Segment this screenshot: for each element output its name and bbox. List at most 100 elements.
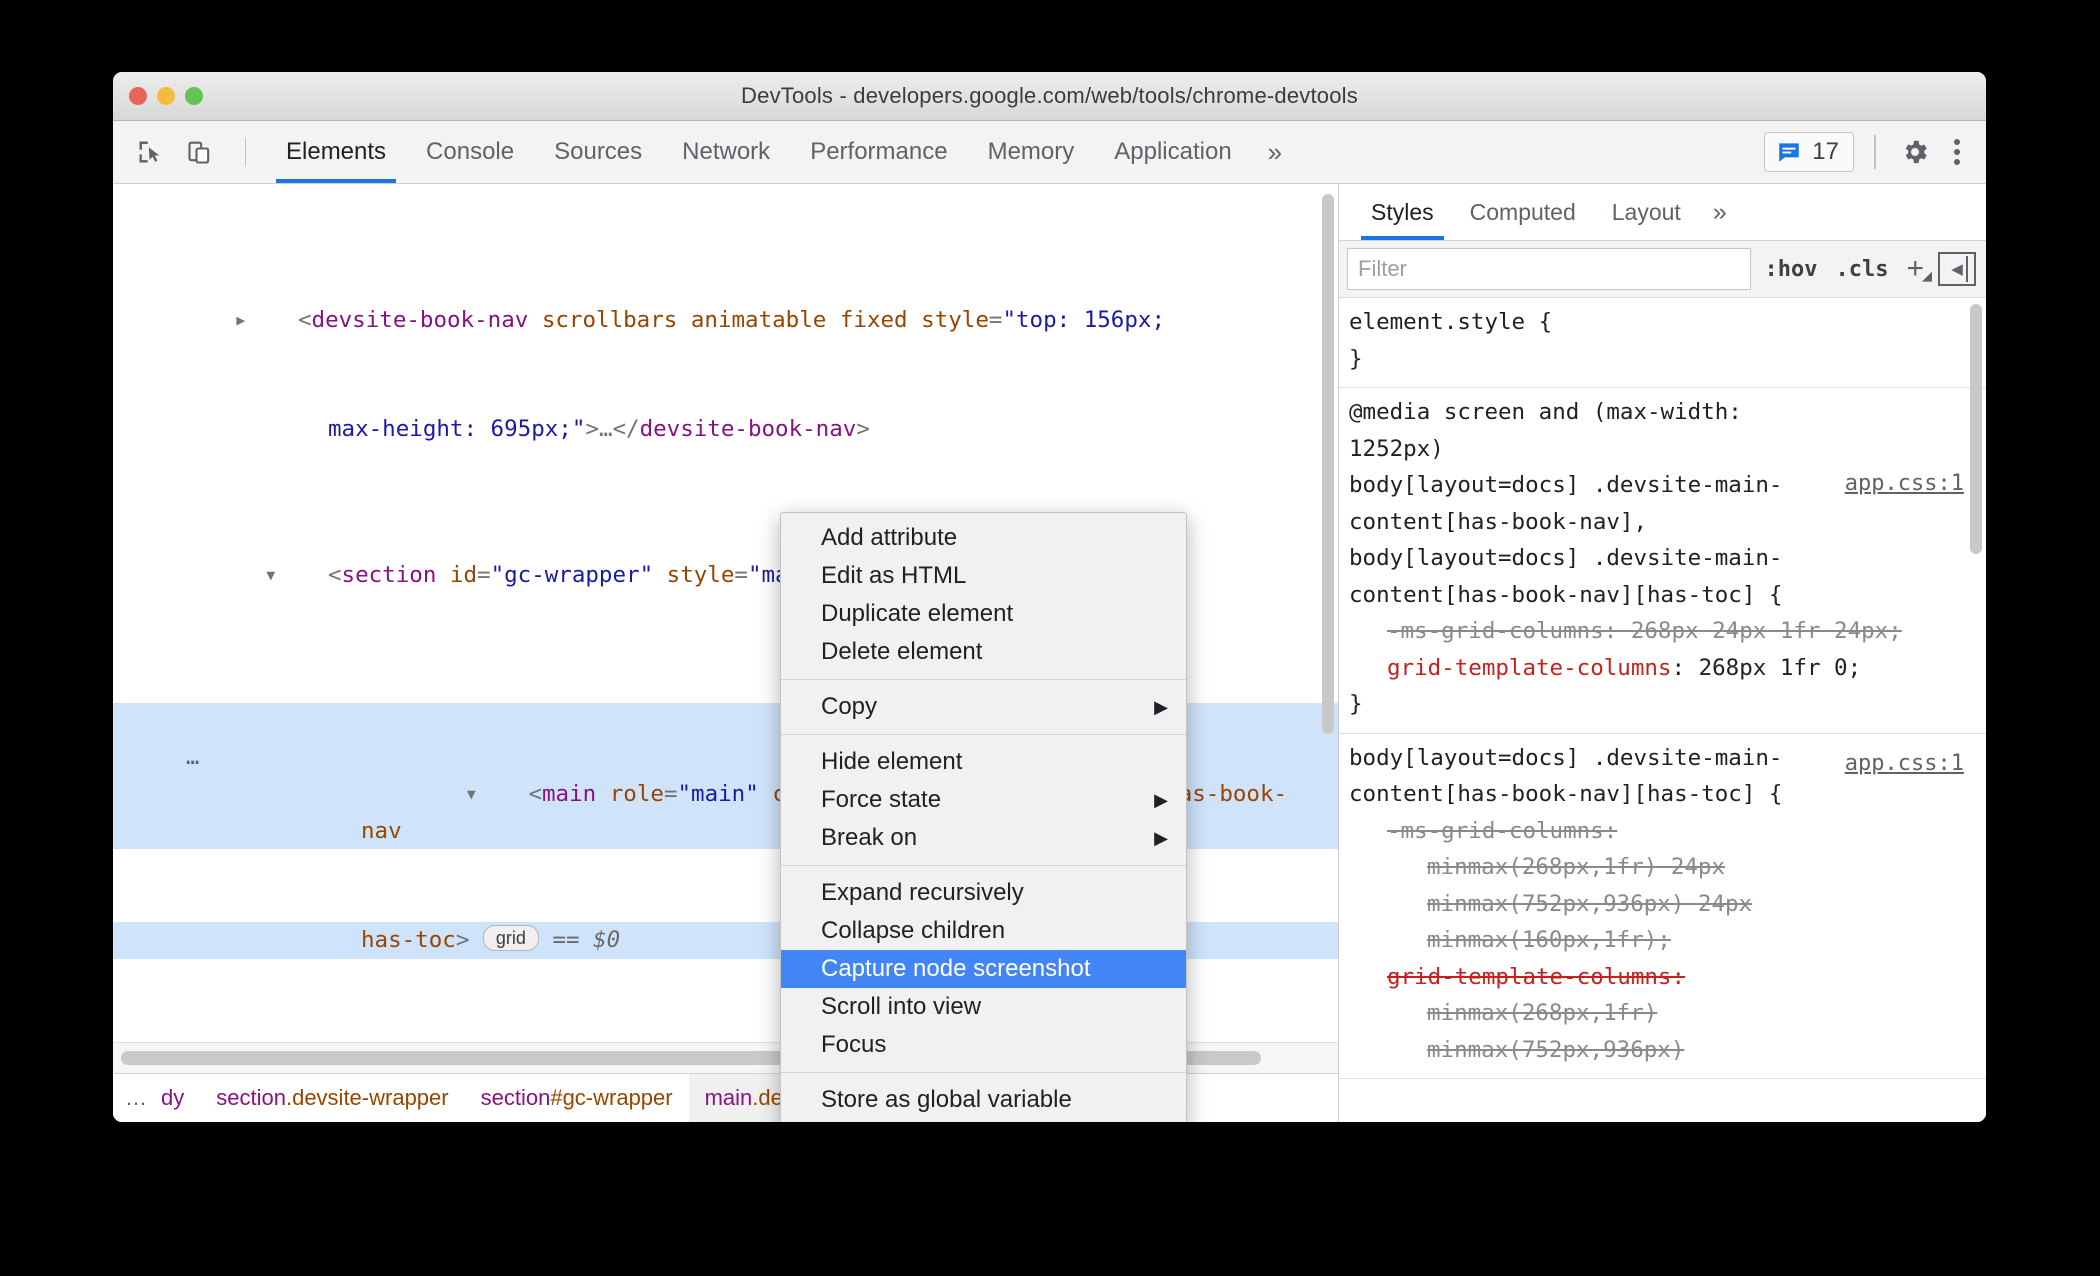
styles-more-tabs-chevron-icon[interactable]: » [1699,184,1741,240]
tab-console[interactable]: Console [406,121,534,183]
css-selector[interactable]: element.style { [1349,304,1972,341]
styles-sidebar: Styles Computed Layout » Filter :hov .cl… [1338,184,1986,1122]
css-rules-list[interactable]: element.style { } @media screen and (max… [1339,298,1986,1122]
menu-item-label: Break on [821,824,918,851]
grid-badge[interactable]: grid [482,925,539,951]
breadcrumb-tag: section [216,1085,286,1110]
css-declaration-ms-grid-columns[interactable]: -ms-grid-columns: [1349,813,1972,850]
css-rule-close: } [1349,691,1363,717]
css-rule-element-style[interactable]: element.style { } [1339,298,1986,388]
close-button[interactable] [129,87,147,105]
styles-sidebar-tabs: Styles Computed Layout » [1339,184,1986,241]
cls-toggle-button[interactable]: .cls [1831,257,1892,282]
breadcrumb-item-section-gc-wrapper[interactable]: section #gc-wrapper [465,1074,689,1122]
css-rule-close: } [1349,345,1363,372]
menu-item-copy[interactable]: Copy ▶ [781,688,1186,726]
panel-tabs: Elements Console Sources Network Perform… [266,121,1298,183]
css-declaration-part[interactable]: minmax(160px,1fr); [1349,922,1972,959]
menu-separator [781,1072,1186,1073]
breadcrumb-item-section-devsite-wrapper[interactable]: section .devsite-wrapper [200,1074,464,1122]
submenu-arrow-icon: ▶ [1154,827,1168,848]
css-declaration-grid-template-columns[interactable]: grid-template-columns: 268px 1fr 0; [1349,650,1972,687]
traffic-lights [129,87,203,105]
css-origin-link[interactable]: app.css:1 [1845,746,1964,783]
menu-item-capture-node-screenshot[interactable]: Capture node screenshot [781,950,1186,988]
toolbar-right-divider [1874,135,1876,169]
caret-icon: ◢ [1922,268,1932,283]
tab-sources[interactable]: Sources [534,121,662,183]
menu-item-force-state[interactable]: Force state ▶ [781,781,1186,819]
css-declaration-grid-template-columns[interactable]: grid-template-columns: [1349,959,1972,996]
window-title: DevTools - developers.google.com/web/too… [741,83,1358,108]
toolbar-icon-group [131,121,260,183]
tab-styles[interactable]: Styles [1353,184,1452,240]
panel-split: ▸ <devsite-book-nav scrollbars animatable… [113,184,1986,1122]
elements-panel: ▸ <devsite-book-nav scrollbars animatable… [113,184,1338,1122]
menu-item-delete-element[interactable]: Delete element [781,633,1186,671]
css-declaration-part[interactable]: minmax(752px,936px) 24px [1349,886,1972,923]
dom-vertical-scrollbar[interactable] [1322,194,1334,734]
css-declaration-part[interactable]: minmax(752px,936px) [1349,1032,1972,1069]
hov-toggle-button[interactable]: :hov [1761,257,1822,282]
issues-message-icon [1779,143,1800,162]
gear-icon[interactable] [1896,133,1934,171]
menu-separator [781,734,1186,735]
menu-separator [781,679,1186,680]
tab-computed[interactable]: Computed [1452,184,1594,240]
css-rule-media-1252[interactable]: @media screen and (max-width: 1252px) bo… [1339,388,1986,734]
collapse-triangle-icon[interactable]: ▾ [464,776,528,813]
css-value[interactable]: 268px 1fr 0; [1699,655,1862,681]
menu-item-duplicate-element[interactable]: Duplicate element [781,595,1186,633]
devtools-window: DevTools - developers.google.com/web/too… [113,72,1986,1122]
css-declaration-part[interactable]: minmax(268px,1fr) 24px [1349,849,1972,886]
more-tabs-chevron-icon[interactable]: » [1252,121,1298,183]
menu-item-label: Copy [821,693,878,720]
menu-item-scroll-into-view[interactable]: Scroll into view [781,988,1186,1026]
tab-performance[interactable]: Performance [790,121,967,183]
css-property: grid-template-columns [1387,654,1672,681]
dom-node-devsite-book-nav-cont[interactable]: max-height: 695px;">…</devsite-book-nav> [113,411,1338,448]
zoom-button[interactable] [185,87,203,105]
toggle-sidebar-icon[interactable]: ◀ [1938,252,1976,286]
css-origin-link[interactable]: app.css:1 [1845,466,1964,503]
toolbar-right-group: 17 [1764,121,1972,183]
menu-item-hide-element[interactable]: Hide element [781,743,1186,781]
tab-layout[interactable]: Layout [1594,184,1699,240]
tab-network[interactable]: Network [662,121,790,183]
tab-application[interactable]: Application [1094,121,1251,183]
breadcrumb-tag: section [480,1085,551,1110]
minimize-button[interactable] [157,87,175,105]
menu-item-break-on[interactable]: Break on ▶ [781,819,1186,857]
tab-memory[interactable]: Memory [968,121,1095,183]
breadcrumb-tag: main [704,1085,753,1110]
css-rule-has-book-nav-has-toc[interactable]: body[layout=docs] .devsite-main-content[… [1339,734,1986,1079]
menu-item-label: Force state [821,786,942,813]
styles-filter-bar: Filter :hov .cls + ◢ ◀ [1339,241,1986,298]
menu-item-collapse-children[interactable]: Collapse children [781,912,1186,950]
menu-item-add-attribute[interactable]: Add attribute [781,519,1186,557]
toolbar-divider [245,138,246,166]
menu-item-store-as-global-variable[interactable]: Store as global variable [781,1081,1186,1119]
tab-elements[interactable]: Elements [266,121,406,183]
filter-input[interactable]: Filter [1347,248,1751,290]
kebab-menu-icon[interactable] [1942,133,1972,171]
collapse-triangle-icon[interactable]: ▾ [264,557,328,594]
styles-vertical-scrollbar[interactable] [1970,304,1982,554]
css-declaration-ms-grid-columns[interactable]: -ms-grid-columns: 268px 24px 1fr 24px; [1349,613,1972,650]
expand-triangle-icon[interactable]: ▸ [234,302,298,339]
new-style-rule-button[interactable]: + ◢ [1902,252,1932,286]
menu-item-focus[interactable]: Focus [781,1026,1186,1064]
issues-badge[interactable]: 17 [1764,132,1854,172]
menu-item-expand-recursively[interactable]: Expand recursively [781,874,1186,912]
device-toolbar-icon[interactable] [181,133,219,171]
breadcrumb-item-body[interactable]: dy [161,1074,200,1122]
submenu-arrow-icon: ▶ [1154,696,1168,717]
issues-count: 17 [1812,138,1839,165]
css-declaration-part[interactable]: minmax(268px,1fr) [1349,995,1972,1032]
menu-item-edit-as-html[interactable]: Edit as HTML [781,557,1186,595]
breadcrumb-overflow-left[interactable]: … [113,1074,161,1122]
devtools-toolbar: Elements Console Sources Network Perform… [113,121,1986,184]
inspect-element-icon[interactable] [131,133,169,171]
breadcrumb-class: #gc-wrapper [550,1085,673,1110]
dom-node-devsite-book-nav[interactable]: ▸ <devsite-book-nav scrollbars animatable… [113,302,1338,339]
